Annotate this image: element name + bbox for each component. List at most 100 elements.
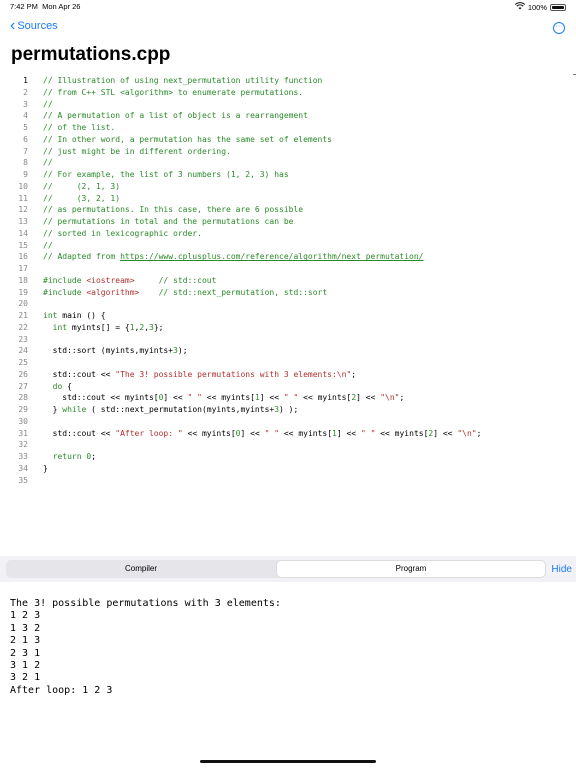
code-token: // xyxy=(43,158,53,168)
code-text: // In other word, a permutation has the … xyxy=(43,135,332,144)
code-text: } xyxy=(43,464,48,473)
code-text: // Adapted from https://www.cplusplus.co… xyxy=(43,252,424,261)
code-line[interactable]: 31 std::cout << "After loop: " << myints… xyxy=(0,429,576,441)
code-text: // permutations in total and the permuta… xyxy=(43,217,293,226)
code-token: // Illustration of using next_permutatio… xyxy=(43,76,323,85)
code-text: // xyxy=(43,158,53,167)
code-line[interactable]: 4 // A permutation of a list of object is… xyxy=(0,111,576,123)
hide-button[interactable]: Hide xyxy=(551,564,572,575)
code-line[interactable]: 11 // (3, 2, 1) xyxy=(0,194,576,206)
code-line[interactable]: 34} xyxy=(0,464,576,476)
line-number: 33 xyxy=(18,452,28,461)
code-line[interactable]: 7 // just might be in different ordering. xyxy=(0,147,576,159)
code-token: "\n" xyxy=(380,393,400,403)
code-text: // of the list. xyxy=(43,123,115,132)
line-number: 20 xyxy=(18,299,28,309)
code-token: #include xyxy=(43,275,87,285)
code-line[interactable]: 29 } while ( std::next_permutation(myint… xyxy=(0,405,576,417)
code-line[interactable]: 20 xyxy=(0,299,576,311)
code-token: main () { xyxy=(57,311,106,320)
code-text: #include <iostream> // std::cout xyxy=(43,276,216,285)
code-line[interactable]: 22 int myints[] = {1,2,3}; xyxy=(0,323,576,335)
output-line: 3 1 2 xyxy=(10,660,41,672)
code-token: std::cout << xyxy=(43,369,116,379)
code-text: // sorted in lexicographic order. xyxy=(43,229,202,238)
line-number: 32 xyxy=(18,440,28,450)
line-number: 22 xyxy=(18,322,28,332)
code-token: << myints[ xyxy=(279,428,333,438)
code-token: ( std::next_permutation(myints,myints+ xyxy=(86,405,275,414)
code-line[interactable]: 25 xyxy=(0,358,576,370)
code-token: << myints[ xyxy=(298,393,352,403)
code-token: } xyxy=(43,405,63,414)
code-token: // std::cout xyxy=(134,275,217,285)
code-line[interactable]: 26 std::cout << "The 3! possible permuta… xyxy=(0,370,576,382)
code-token: while xyxy=(62,405,87,414)
code-line[interactable]: 9 // For example, the list of 3 numbers (… xyxy=(0,170,576,182)
tab-program[interactable]: Program xyxy=(277,561,545,577)
code-token: } xyxy=(43,463,48,473)
code-line[interactable]: 13 // permutations in total and the permu… xyxy=(0,217,576,229)
code-line[interactable]: 2 // from C++ STL <algorithm> to enumerat… xyxy=(0,88,576,100)
code-line[interactable]: 23 xyxy=(0,335,576,347)
code-token: { xyxy=(62,381,72,391)
code-line[interactable]: 1 // Illustration of using next_permutati… xyxy=(0,76,576,88)
code-line[interactable]: 14 // sorted in lexicographic order. xyxy=(0,229,576,241)
code-line[interactable]: 21 int main () { xyxy=(0,311,576,323)
code-token: " " xyxy=(264,428,280,438)
code-link[interactable]: https://www.cplusplus.com/reference/algo… xyxy=(120,252,423,261)
line-number: 18 xyxy=(18,275,28,285)
code-line[interactable]: 15 // xyxy=(0,241,576,253)
code-text: std::cout << "The 3! possible permutatio… xyxy=(43,370,356,379)
code-line[interactable]: 24 std::sort (myints,myints+3); xyxy=(0,346,576,358)
status-bar: 7:42 PM Mon Apr 26 100% xyxy=(0,0,576,14)
code-text: std::cout << myints[0] << " " << myints[… xyxy=(43,393,404,402)
code-editor[interactable]: 1 // Illustration of using next_permutati… xyxy=(0,74,576,494)
code-line[interactable]: 3 // xyxy=(0,100,576,112)
code-token: myints[] = { xyxy=(67,322,130,332)
line-number: 26 xyxy=(18,369,28,379)
code-token: ; xyxy=(399,393,405,403)
code-token: // as permutations. In this case, there … xyxy=(43,205,304,215)
back-button[interactable]: ‹ Sources xyxy=(10,18,58,34)
code-line[interactable]: 5 // of the list. xyxy=(0,123,576,135)
code-line[interactable]: 8 // xyxy=(0,158,576,170)
code-line[interactable]: 10 // (2, 1, 3) xyxy=(0,182,576,194)
code-line[interactable]: 18 #include <iostream> // std::cout xyxy=(0,276,576,288)
code-line[interactable]: 6 // In other word, a permutation has the… xyxy=(0,135,576,147)
code-token: " " xyxy=(187,393,202,403)
code-text: do { xyxy=(43,382,72,391)
code-token: "\n" xyxy=(457,428,477,438)
code-line[interactable]: 32 xyxy=(0,440,576,452)
code-text: std::sort (myints,myints+3); xyxy=(43,346,188,355)
code-line[interactable]: 17 xyxy=(0,264,576,276)
ellipsis-circle-icon[interactable]: ··· xyxy=(553,22,565,34)
line-number: 8 xyxy=(23,158,28,168)
code-token: ] << xyxy=(240,428,265,438)
code-line[interactable]: 33 return 0; xyxy=(0,452,576,464)
code-token: // of the list. xyxy=(43,123,116,132)
code-line[interactable]: 30 xyxy=(0,417,576,429)
battery-percent: 100% xyxy=(527,2,547,12)
code-line[interactable]: 19 #include <algorithm> // std::next_perm… xyxy=(0,288,576,300)
line-number: 29 xyxy=(18,405,28,414)
code-line[interactable]: 27 do { xyxy=(0,382,576,394)
code-line[interactable]: 35 xyxy=(0,476,576,488)
line-number: 14 xyxy=(18,228,28,238)
code-line[interactable]: 16 // Adapted from https://www.cplusplus.… xyxy=(0,252,576,264)
code-text: // A permutation of a list of object is … xyxy=(43,111,308,120)
line-number: 9 xyxy=(23,170,28,179)
code-token: // For example, the list of 3 numbers (1… xyxy=(43,170,289,179)
line-number: 6 xyxy=(23,134,28,144)
code-token: // from C++ STL <algorithm> to enumerate… xyxy=(43,87,304,97)
tab-compiler[interactable]: Compiler xyxy=(7,561,275,577)
code-line[interactable]: 28 std::cout << myints[0] << " " << myin… xyxy=(0,393,576,405)
code-token: // Adapted from xyxy=(43,252,121,262)
line-number: 5 xyxy=(23,123,28,132)
code-line[interactable]: 12 // as permutations. In this case, ther… xyxy=(0,205,576,217)
navigation-bar: ‹ Sources ··· xyxy=(0,16,576,40)
code-text: // (3, 2, 1) xyxy=(43,194,120,203)
code-token: "The 3! possible permutations with 3 ele… xyxy=(115,369,352,379)
line-number: 1 xyxy=(23,76,28,85)
